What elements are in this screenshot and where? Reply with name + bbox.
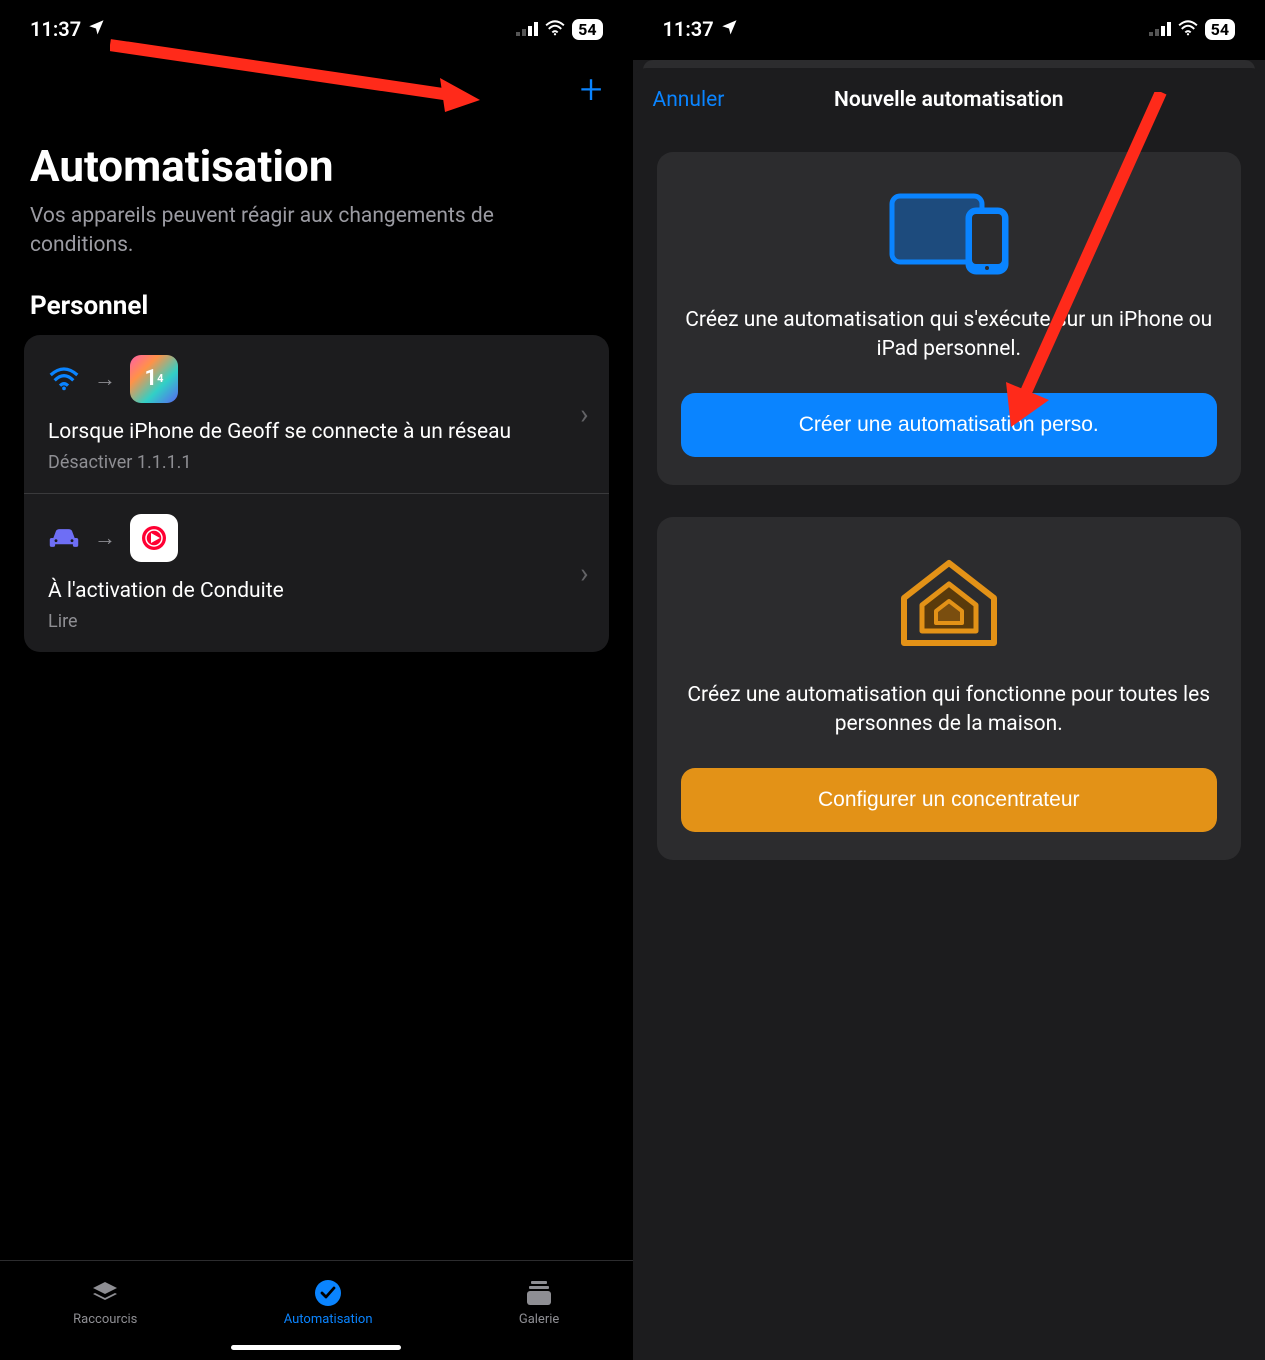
battery-level: 54	[1205, 19, 1235, 40]
automation-item[interactable]: → 14 Lorsque iPhone de Geoff se connecte…	[24, 335, 609, 493]
tab-automation[interactable]: Automatisation	[284, 1278, 373, 1327]
tab-label: Automatisation	[284, 1312, 373, 1327]
personal-desc: Créez une automatisation qui s'exécute s…	[681, 306, 1218, 365]
arrow-icon: →	[94, 525, 116, 551]
cellular-icon	[1149, 17, 1171, 41]
home-desc: Créez une automatisation qui fonctionne …	[681, 681, 1218, 740]
wifi-status-icon	[1177, 17, 1199, 41]
location-icon	[87, 17, 105, 41]
chevron-right-icon: ›	[580, 557, 588, 590]
car-icon	[48, 522, 80, 554]
status-bar: 11:37 54	[633, 0, 1265, 50]
automation-subtitle: Lire	[48, 611, 585, 632]
tab-gallery[interactable]: Galerie	[519, 1278, 559, 1327]
create-personal-automation-button[interactable]: Créer une automatisation perso.	[681, 393, 1218, 457]
configure-hub-button[interactable]: Configurer un concentrateur	[681, 768, 1218, 832]
devices-icon	[681, 188, 1218, 278]
wifi-status-icon	[544, 17, 566, 41]
status-time: 11:37	[663, 17, 714, 41]
screenshot-right: 11:37 54 Annuler Nouvelle automatisation	[633, 0, 1265, 1360]
check-circle-icon	[313, 1278, 343, 1308]
automation-subtitle: Désactiver 1.1.1.1	[48, 452, 585, 473]
screenshot-left: 11:37 54 + Automatisation Vos appareils …	[0, 0, 633, 1360]
battery-level: 54	[572, 19, 602, 40]
section-personal: Personnel	[0, 291, 633, 335]
location-icon	[720, 17, 738, 41]
automation-title: À l'activation de Conduite	[48, 578, 585, 605]
tab-label: Raccourcis	[73, 1312, 137, 1327]
app-icon-ytmusic	[130, 514, 178, 562]
home-icon	[681, 553, 1218, 653]
sheet-header: Annuler Nouvelle automatisation	[633, 68, 1265, 152]
stack-icon	[90, 1278, 120, 1308]
arrow-icon: →	[94, 366, 116, 392]
wifi-icon	[48, 363, 80, 395]
gallery-icon	[524, 1278, 554, 1308]
tab-label: Galerie	[519, 1312, 559, 1327]
automation-list: → 14 Lorsque iPhone de Geoff se connecte…	[24, 335, 609, 653]
page-subtitle: Vos appareils peuvent réagir aux changem…	[0, 202, 633, 291]
home-automation-card: Créez une automatisation qui fonctionne …	[657, 517, 1242, 860]
home-indicator[interactable]	[231, 1345, 401, 1350]
nav-row: +	[0, 50, 633, 120]
status-bar: 11:37 54	[0, 0, 633, 50]
add-automation-button[interactable]: +	[580, 70, 603, 110]
page-title: Automatisation	[0, 120, 633, 202]
cellular-icon	[516, 17, 538, 41]
status-time: 11:37	[30, 17, 81, 41]
chevron-right-icon: ›	[580, 397, 588, 430]
automation-title: Lorsque iPhone de Geoff se connecte à un…	[48, 419, 585, 446]
personal-automation-card: Créez une automatisation qui s'exécute s…	[657, 152, 1242, 485]
tab-shortcuts[interactable]: Raccourcis	[73, 1278, 137, 1327]
app-icon-1111: 14	[130, 355, 178, 403]
automation-item[interactable]: → À l'activation de Conduite Lire ›	[24, 493, 609, 652]
sheet-title: Nouvelle automatisation	[653, 88, 1246, 112]
cancel-button[interactable]: Annuler	[653, 88, 725, 112]
